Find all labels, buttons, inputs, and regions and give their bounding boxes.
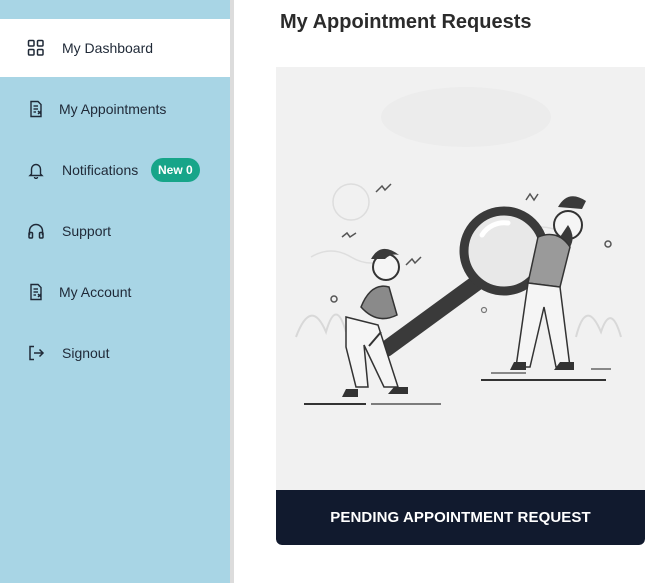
sidebar-item-label: My Account — [59, 284, 132, 300]
sidebar: My Dashboard My Appointments Notificatio… — [0, 0, 230, 583]
dashboard-grid-icon — [26, 38, 46, 58]
pending-request-button[interactable]: PENDING APPOINTMENT REQUEST — [276, 490, 645, 545]
pending-requests-card[interactable]: PENDING APPOINTMENT REQUEST — [276, 67, 645, 545]
document-list-icon — [26, 282, 46, 302]
signout-icon — [26, 343, 46, 363]
bell-icon — [26, 160, 46, 180]
sidebar-item-label: Signout — [62, 345, 110, 361]
sidebar-item-notifications[interactable]: Notifications New 0 — [0, 141, 230, 199]
pending-request-label: PENDING APPOINTMENT REQUEST — [330, 509, 591, 526]
sidebar-item-label: My Appointments — [59, 101, 167, 117]
sidebar-item-label: My Dashboard — [62, 40, 154, 56]
notification-badge: New 0 — [151, 158, 200, 182]
sidebar-item-my-account[interactable]: My Account — [0, 263, 230, 321]
headphones-icon — [26, 221, 46, 241]
document-list-icon — [26, 99, 46, 119]
sidebar-divider — [230, 0, 234, 583]
sidebar-item-label: Support — [62, 223, 112, 239]
sidebar-item-label: Notifications — [62, 162, 139, 178]
sidebar-item-my-dashboard[interactable]: My Dashboard — [0, 19, 230, 77]
sidebar-item-my-appointments[interactable]: My Appointments — [0, 80, 230, 138]
sidebar-item-signout[interactable]: Signout — [0, 324, 230, 382]
people-with-magnifying-glass-illustration — [295, 87, 622, 405]
page-title: My Appointment Requests — [280, 11, 532, 33]
sidebar-item-support[interactable]: Support — [0, 202, 230, 260]
